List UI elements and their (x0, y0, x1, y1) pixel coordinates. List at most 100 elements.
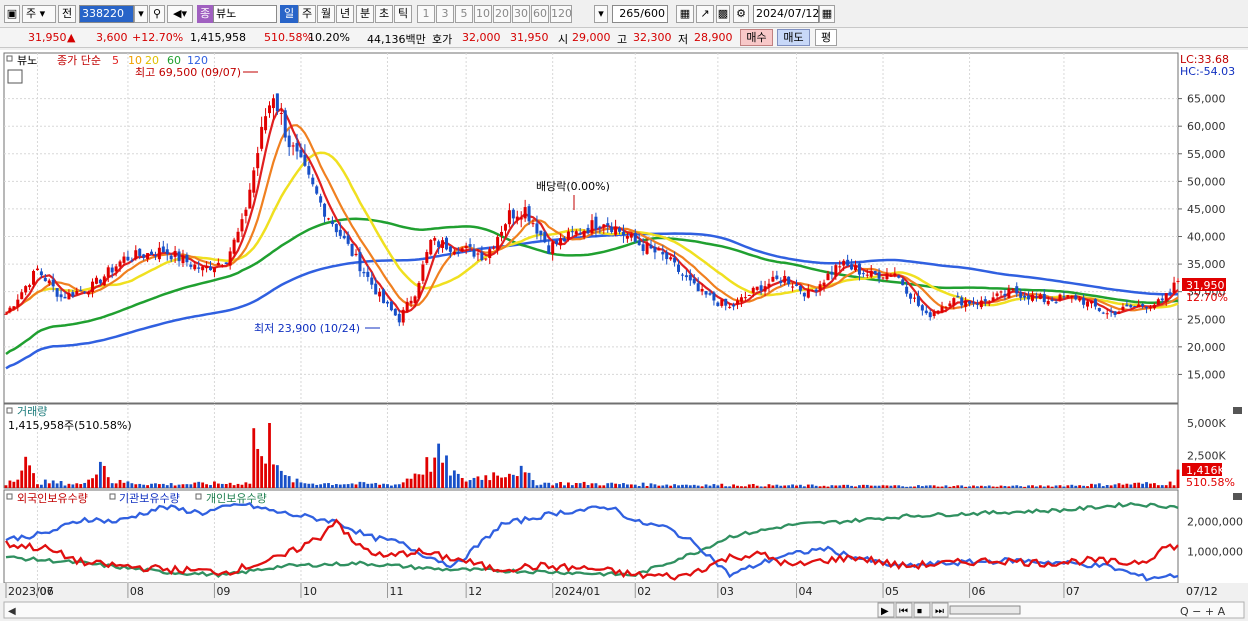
eval-button[interactable]: 평 (815, 29, 837, 46)
period-prefix[interactable]: 전 (58, 5, 76, 23)
candle-body (51, 279, 55, 287)
candle-body (527, 206, 531, 222)
volume-bar (818, 486, 822, 488)
interval-button-1[interactable]: 1 (417, 5, 435, 23)
volume-bar (452, 470, 456, 488)
candle-body (417, 282, 421, 299)
candle-body (421, 264, 425, 281)
price-axis-tick: 45,000 (1187, 203, 1226, 216)
candle-body (991, 297, 995, 302)
chevron-down-icon[interactable]: ▾ (134, 5, 148, 23)
speaker-icon[interactable]: ◀▾ (167, 5, 193, 23)
period-tab-2[interactable]: 월 (317, 5, 335, 23)
market-select[interactable]: 주 ▾ (22, 5, 56, 23)
candle-body (32, 270, 36, 285)
search-icon[interactable]: ⚲ (149, 5, 165, 23)
interval-button-10[interactable]: 10 (474, 5, 492, 23)
volume-bar (32, 473, 35, 488)
volume-bar (8, 480, 12, 488)
volume-bar (1097, 483, 1101, 488)
candle-body (378, 291, 382, 297)
candle-body (1019, 292, 1023, 298)
candle-body (1125, 304, 1129, 307)
volume-bar (905, 486, 909, 488)
volume-bar (704, 484, 708, 488)
interval-button-30[interactable]: 30 (512, 5, 530, 23)
interval-button-5[interactable]: 5 (455, 5, 473, 23)
date-axis-tick: 09 (216, 585, 230, 598)
period-tab-6[interactable]: 틱 (394, 5, 412, 23)
candle-body (850, 264, 854, 270)
buy-button[interactable]: 매수 (740, 29, 773, 46)
candle-body (1109, 311, 1113, 313)
volume-bar (260, 456, 264, 488)
draw-tool-icon[interactable]: ↗ (696, 5, 714, 23)
calendar-icon[interactable]: ▦ (819, 5, 835, 23)
candle-body (342, 235, 346, 239)
volume-bar (881, 485, 885, 488)
candle-body (248, 189, 252, 209)
chart-settings-icon[interactable]: ▣ (4, 5, 20, 23)
candle-body (594, 216, 598, 230)
candle-body (877, 272, 881, 279)
volume-bar (492, 472, 496, 488)
volume-bar (464, 481, 468, 488)
candle-body (346, 235, 350, 244)
interval-button-20[interactable]: 20 (493, 5, 511, 23)
candle-body (405, 301, 409, 312)
candle-body (260, 126, 264, 149)
interval-button-3[interactable]: 3 (436, 5, 454, 23)
candle-body (787, 276, 791, 285)
volume-bar (606, 483, 610, 488)
volume-bar (429, 471, 433, 488)
volume-bar (991, 486, 995, 488)
candle-body (503, 224, 507, 231)
candle-body (47, 280, 51, 284)
volume-bar (578, 483, 582, 488)
interval-button-120[interactable]: 120 (550, 5, 572, 23)
price-axis-tick: 15,000 (1187, 368, 1226, 381)
up-arrow-icon: ▲ (67, 31, 76, 44)
volume-bar (75, 483, 79, 488)
candle-body (700, 288, 704, 292)
candle-body (1086, 301, 1090, 307)
volume-bar (747, 484, 751, 488)
code-input[interactable]: 338220 (79, 5, 134, 23)
candle-body (1038, 294, 1042, 299)
volume-bar (649, 483, 653, 488)
candle-body (574, 231, 578, 235)
candle-body (205, 266, 209, 269)
candle-body (1172, 282, 1176, 294)
candle-body (873, 270, 877, 274)
candle-body (161, 246, 165, 253)
sell-button[interactable]: 매도 (777, 29, 810, 46)
count-field[interactable]: 265/600 (612, 5, 668, 23)
period-tab-4[interactable]: 분 (356, 5, 374, 23)
volume-bar (535, 485, 539, 488)
indicator-icon[interactable]: ▦ (676, 5, 694, 23)
volume-bar (1038, 485, 1042, 488)
stock-name-field[interactable]: 뷰노 (213, 5, 277, 23)
gear-icon[interactable]: ⚙ (733, 5, 749, 23)
volume-bar (460, 477, 464, 488)
save-icon[interactable]: ▩ (716, 5, 730, 23)
candle-body (909, 293, 913, 299)
volume-bar (118, 479, 122, 488)
period-tab-3[interactable]: 년 (336, 5, 354, 23)
candle-body (665, 252, 669, 260)
candle-body (1121, 306, 1125, 311)
volume-bar (173, 485, 177, 488)
candle-body (315, 186, 319, 194)
candle-body (1062, 296, 1066, 298)
volume-bar (441, 462, 444, 488)
candle-body (83, 291, 87, 293)
volume-bar (570, 485, 574, 488)
interval-button-60[interactable]: 60 (531, 5, 549, 23)
period-tab-5[interactable]: 초 (375, 5, 393, 23)
volume-bar (346, 484, 350, 488)
period-tab-1[interactable]: 주 (298, 5, 316, 23)
volume-bar (142, 484, 146, 488)
date-field[interactable]: 2024/07/12 (753, 5, 819, 23)
chevron-down-icon[interactable]: ▾ (594, 5, 608, 23)
period-tab-0[interactable]: 일 (280, 5, 298, 23)
